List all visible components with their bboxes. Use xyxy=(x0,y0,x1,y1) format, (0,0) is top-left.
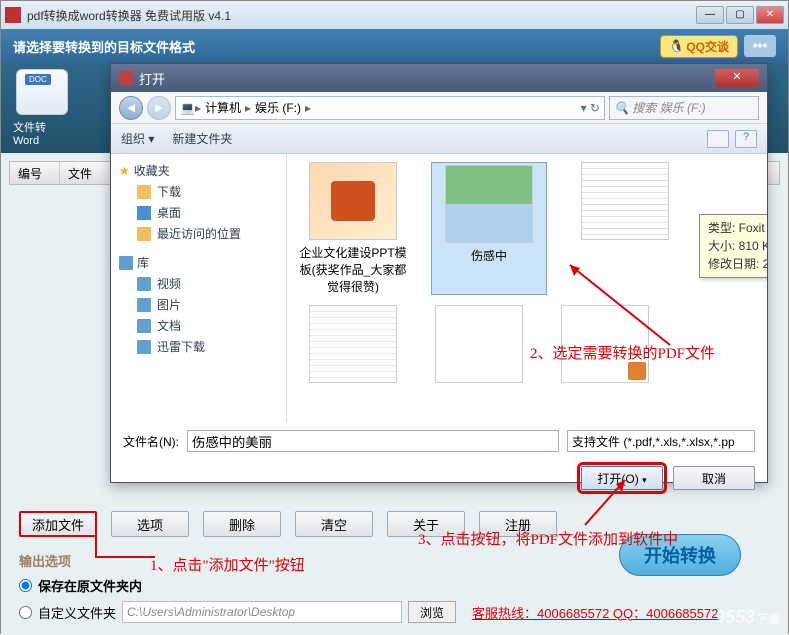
tree-pictures[interactable]: 图片 xyxy=(115,294,282,315)
folder-tree: ★收藏夹 下载 桌面 最近访问的位置 库 视频 图片 文档 迅雷下载 xyxy=(111,154,287,422)
options-button[interactable]: 选项 xyxy=(111,511,189,537)
dialog-title-text: 打开 xyxy=(139,69,165,88)
radio-same-label: 保存在原文件夹内 xyxy=(38,576,142,595)
format-prompt: 请选择要转换到的目标文件格式 xyxy=(13,37,195,56)
search-input[interactable]: 🔍 搜索 娱乐 (F:) xyxy=(609,96,759,120)
file-item[interactable] xyxy=(295,305,411,387)
minimize-button[interactable]: — xyxy=(696,6,724,24)
tree-xunlei[interactable]: 迅雷下载 xyxy=(115,336,282,357)
radio-custom-folder[interactable] xyxy=(19,606,32,619)
view-mode-button[interactable] xyxy=(707,130,729,148)
top-bar: 请选择要转换到的目标文件格式 🐧QQ交谈 ••• xyxy=(1,29,788,63)
files-panel[interactable]: 企业文化建设PPT模板(获奖作品_大家都觉得很赞) 伤感中 类型: Foxit … xyxy=(287,154,767,422)
file-item[interactable] xyxy=(547,305,663,387)
tree-libraries[interactable]: 库 xyxy=(115,252,282,273)
filename-label: 文件名(N): xyxy=(123,433,179,450)
address-bar: ◄ ► 💻 ▸ 计算机 ▸ 娱乐 (F:) ▸ ▾ ↻ 🔍 搜索 娱乐 (F:) xyxy=(111,92,767,124)
help-button[interactable]: ? xyxy=(735,130,757,148)
radio-same-folder[interactable] xyxy=(19,579,32,592)
add-file-button[interactable]: 添加文件 xyxy=(19,511,97,537)
dialog-body: ★收藏夹 下载 桌面 最近访问的位置 库 视频 图片 文档 迅雷下载 企业文化建… xyxy=(111,154,767,422)
tree-video[interactable]: 视频 xyxy=(115,273,282,294)
delete-button[interactable]: 删除 xyxy=(203,511,281,537)
file-item[interactable] xyxy=(421,305,537,387)
window-buttons: — ▢ ✕ xyxy=(694,6,784,24)
file-selected-pdf[interactable]: 伤感中 xyxy=(431,162,547,295)
computer-icon: 💻 xyxy=(180,101,195,115)
tool-file-to-word[interactable]: DOC 文件转Word xyxy=(13,69,71,147)
dialog-footer: 文件名(N): 打开(O) ▾ 取消 xyxy=(111,422,767,498)
dialog-cancel-button[interactable]: 取消 xyxy=(673,466,755,490)
col-index: 编号 xyxy=(10,162,60,184)
close-button[interactable]: ✕ xyxy=(756,6,784,24)
about-button[interactable]: 关于 xyxy=(387,511,465,537)
browse-button[interactable]: 浏览 xyxy=(408,601,456,623)
hotline-text[interactable]: 客服热线：4006685572 QQ：4006685572 xyxy=(472,603,718,622)
nav-fwd-button[interactable]: ► xyxy=(147,96,171,120)
main-titlebar: pdf转换成word转换器 免费试用版 v4.1 — ▢ ✕ xyxy=(1,1,788,29)
dialog-toolbar: 组织 ▾ 新建文件夹 ? xyxy=(111,124,767,154)
tree-documents[interactable]: 文档 xyxy=(115,315,282,336)
more-button[interactable]: ••• xyxy=(744,35,776,57)
maximize-button[interactable]: ▢ xyxy=(726,6,754,24)
clear-button[interactable]: 清空 xyxy=(295,511,373,537)
breadcrumb[interactable]: 💻 ▸ 计算机 ▸ 娱乐 (F:) ▸ ▾ ↻ xyxy=(175,96,605,120)
organize-menu[interactable]: 组织 ▾ xyxy=(121,130,154,147)
file-tooltip: 类型: Foxit Reader PDF Document 大小: 810 KB… xyxy=(699,214,767,278)
open-file-dialog: 打开 ✕ ◄ ► 💻 ▸ 计算机 ▸ 娱乐 (F:) ▸ ▾ ↻ 🔍 搜索 娱乐… xyxy=(110,63,768,483)
tree-desktop[interactable]: 桌面 xyxy=(115,202,282,223)
radio-custom-label: 自定义文件夹 xyxy=(38,603,116,622)
dialog-open-button[interactable]: 打开(O) ▾ xyxy=(581,466,663,490)
app-icon xyxy=(5,7,21,23)
filename-input[interactable] xyxy=(187,430,559,452)
output-path-input[interactable] xyxy=(122,601,402,623)
new-folder-button[interactable]: 新建文件夹 xyxy=(172,130,232,147)
file-filter-select[interactable] xyxy=(567,430,755,452)
title-text: pdf转换成word转换器 免费试用版 v4.1 xyxy=(27,7,694,24)
tree-favorites[interactable]: ★收藏夹 xyxy=(115,160,282,181)
file-item[interactable] xyxy=(567,162,683,295)
file-ppt-template[interactable]: 企业文化建设PPT模板(获奖作品_大家都觉得很赞) xyxy=(295,162,411,295)
qq-chat-button[interactable]: 🐧QQ交谈 xyxy=(660,35,738,58)
dialog-icon xyxy=(119,71,133,85)
tree-downloads[interactable]: 下载 xyxy=(115,181,282,202)
register-button[interactable]: 注册 xyxy=(479,511,557,537)
dialog-close-button[interactable]: ✕ xyxy=(715,69,759,87)
nav-back-button[interactable]: ◄ xyxy=(119,96,143,120)
dialog-titlebar: 打开 ✕ xyxy=(111,64,767,92)
start-convert-button[interactable]: 开始转换 xyxy=(619,534,741,576)
tree-recent[interactable]: 最近访问的位置 xyxy=(115,223,282,244)
